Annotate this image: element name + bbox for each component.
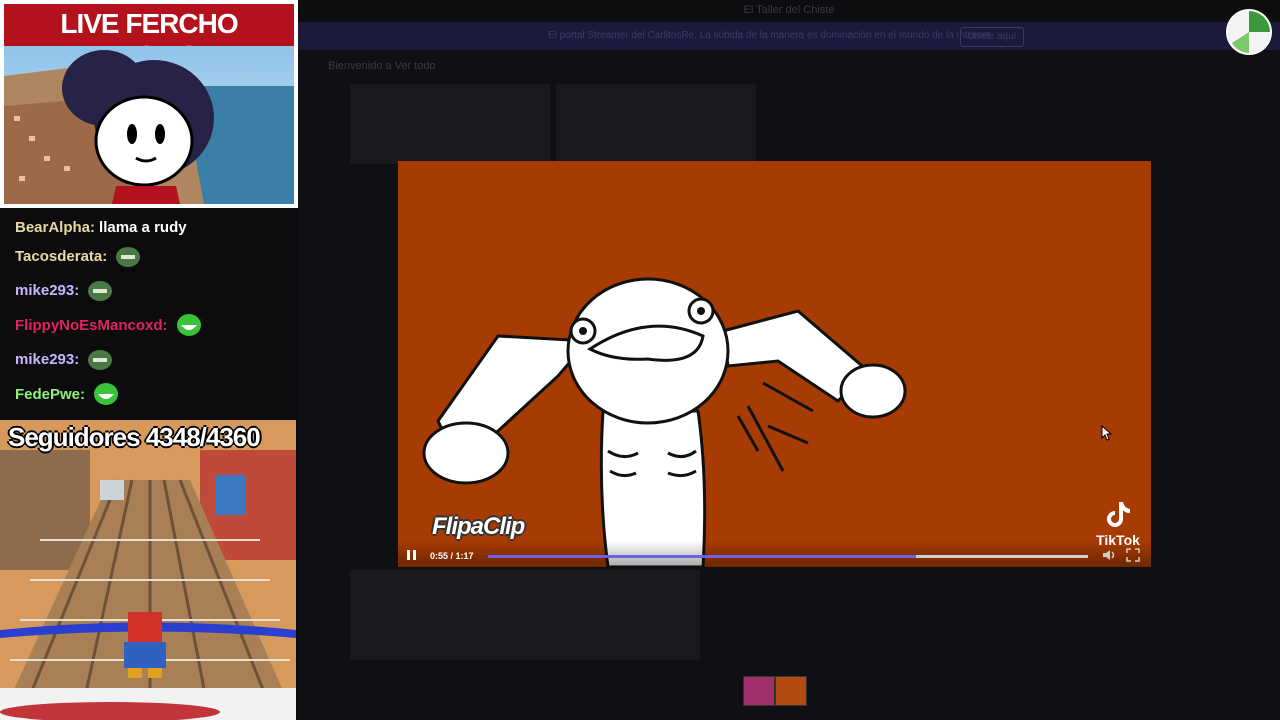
chat-message: BearAlpha: llama a rudy	[15, 212, 187, 242]
tiktok-logo-icon	[1107, 502, 1130, 527]
background-banner-text: El portal Streamer del CarlitosRe. La su…	[548, 30, 991, 41]
pause-icon[interactable]	[406, 549, 418, 561]
overlay-title-bar: LIVE FERCHO REACTION	[4, 4, 294, 71]
progress-bar[interactable]	[488, 555, 1088, 558]
chat-message: FedePwe:	[15, 379, 119, 409]
progress-fill	[488, 555, 917, 558]
background-thumbnail	[350, 570, 700, 660]
background-titlebar: El Taller del Chiste	[298, 0, 1280, 22]
laughing-frog-emote-icon	[176, 314, 201, 336]
vtuber-avatar-scene	[4, 46, 294, 204]
background-window-title: El Taller del Chiste	[743, 4, 835, 16]
chat-text: llama a rudy	[99, 218, 187, 236]
followers-counter: Seguidores 4348/4360	[8, 422, 261, 452]
chat-username: BearAlpha:	[15, 218, 96, 236]
frog-emote-icon	[88, 350, 113, 370]
background-banner: El portal Streamer del CarlitosRe. La su…	[298, 22, 1280, 50]
background-channel-title: Bienvenido a Ver todo	[328, 60, 436, 72]
taskbar-thumbnail[interactable]	[743, 676, 775, 706]
subway-runner-gameplay	[0, 420, 296, 720]
player-controls: 0:55 / 1:17	[398, 541, 1151, 567]
chat-message: Tacosderata:	[15, 241, 141, 271]
chat-panel: BearAlpha: llama a rudy Tacosderata: mik…	[0, 208, 298, 420]
flipaclip-watermark: FlipaClip	[432, 513, 525, 540]
volume-icon[interactable]	[1102, 548, 1116, 562]
chat-username: mike293:	[15, 281, 80, 299]
chat-username: FedePwe:	[15, 385, 86, 403]
user-avatar[interactable]	[1226, 9, 1272, 55]
taskbar-thumbnail[interactable]	[775, 676, 807, 706]
chat-username: mike293:	[15, 350, 80, 368]
laughing-frog-emote-icon	[94, 383, 119, 405]
fullscreen-icon[interactable]	[1126, 548, 1140, 562]
stream-overlay: LIVE FERCHO REACTION	[0, 0, 298, 720]
taskbar-thumbnails	[743, 676, 807, 706]
chat-message: FlippyNoEsMancoxd:	[15, 310, 202, 340]
time-display: 0:55 / 1:17	[430, 551, 474, 561]
mouse-cursor-icon	[1101, 425, 1113, 441]
frog-emote-icon	[116, 247, 141, 267]
video-player[interactable]: FlipaClip TikTok 0:55 / 1:17	[398, 161, 1151, 567]
background-banner-button[interactable]: Únete aquí	[960, 27, 1024, 47]
webcam-panel: LIVE FERCHO REACTION	[0, 0, 298, 208]
globe-avatar-icon	[1227, 10, 1271, 54]
chat-message: mike293:	[15, 344, 113, 374]
chat-username: Tacosderata:	[15, 247, 108, 265]
followers-panel: Seguidores 4348/4360	[0, 420, 296, 720]
background-thumbnail	[556, 84, 756, 164]
background-thumbnail	[350, 84, 550, 164]
chat-username: FlippyNoEsMancoxd:	[15, 316, 168, 334]
frog-emote-icon	[88, 281, 113, 301]
cartoon-video-frame	[422, 277, 907, 567]
chat-message: mike293:	[15, 275, 113, 305]
